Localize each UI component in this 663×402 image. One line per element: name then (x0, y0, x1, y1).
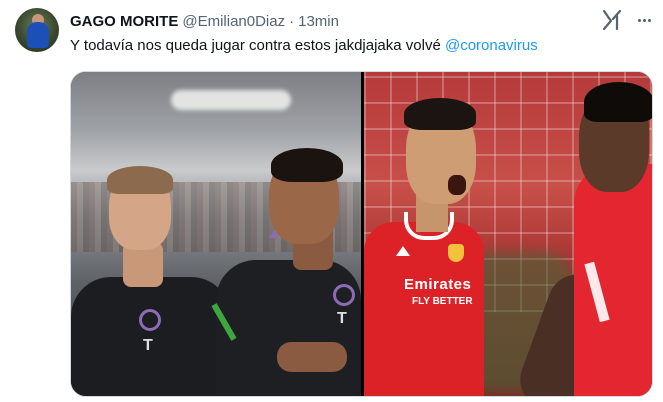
jersey-sponsor: Emirates (404, 276, 472, 293)
timestamp[interactable]: 13min (298, 13, 339, 30)
player-2-hands (277, 342, 347, 372)
player-3-shirt (364, 222, 484, 396)
avatar-figure (27, 22, 49, 48)
club-crest-icon (448, 244, 464, 262)
jersey-sponsor-tagline: FLY BETTER (412, 296, 473, 307)
player-4-shirt (574, 164, 652, 396)
more-icon[interactable] (633, 10, 655, 30)
display-name[interactable]: GAGO MORITE (70, 13, 178, 30)
player-3-hair (404, 98, 476, 130)
player-2-hair (271, 148, 343, 182)
grok-icon[interactable] (600, 8, 624, 32)
separator-dot: · (289, 12, 295, 30)
photo-left[interactable]: T T (71, 72, 361, 396)
sponsor-logo: T (143, 337, 153, 354)
club-crest-icon (139, 309, 161, 331)
player-3-mouth (448, 175, 466, 195)
avatar[interactable] (15, 8, 59, 52)
photo-right[interactable]: Emirates FLY BETTER (364, 72, 652, 396)
player-4-hair (584, 82, 652, 122)
tweet[interactable]: GAGO MORITE @Emilian0Diaz · 13min Y toda… (0, 0, 663, 402)
stadium-light (171, 90, 291, 110)
player-2-shirt (216, 260, 361, 396)
tweet-media[interactable]: T T Emirates FLY BETTER (70, 71, 653, 397)
player-1-hair (107, 166, 173, 194)
club-crest-icon (333, 284, 355, 306)
tweet-body: Y todavía nos queda jugar contra estos j… (70, 37, 445, 54)
user-handle[interactable]: @Emilian0Diaz (182, 13, 285, 30)
tweet-text: Y todavía nos queda jugar contra estos j… (70, 36, 538, 56)
tweet-header: GAGO MORITE @Emilian0Diaz · 13min (70, 11, 339, 31)
mention-link[interactable]: @coronavirus (445, 37, 538, 54)
sponsor-logo: T (337, 310, 347, 327)
